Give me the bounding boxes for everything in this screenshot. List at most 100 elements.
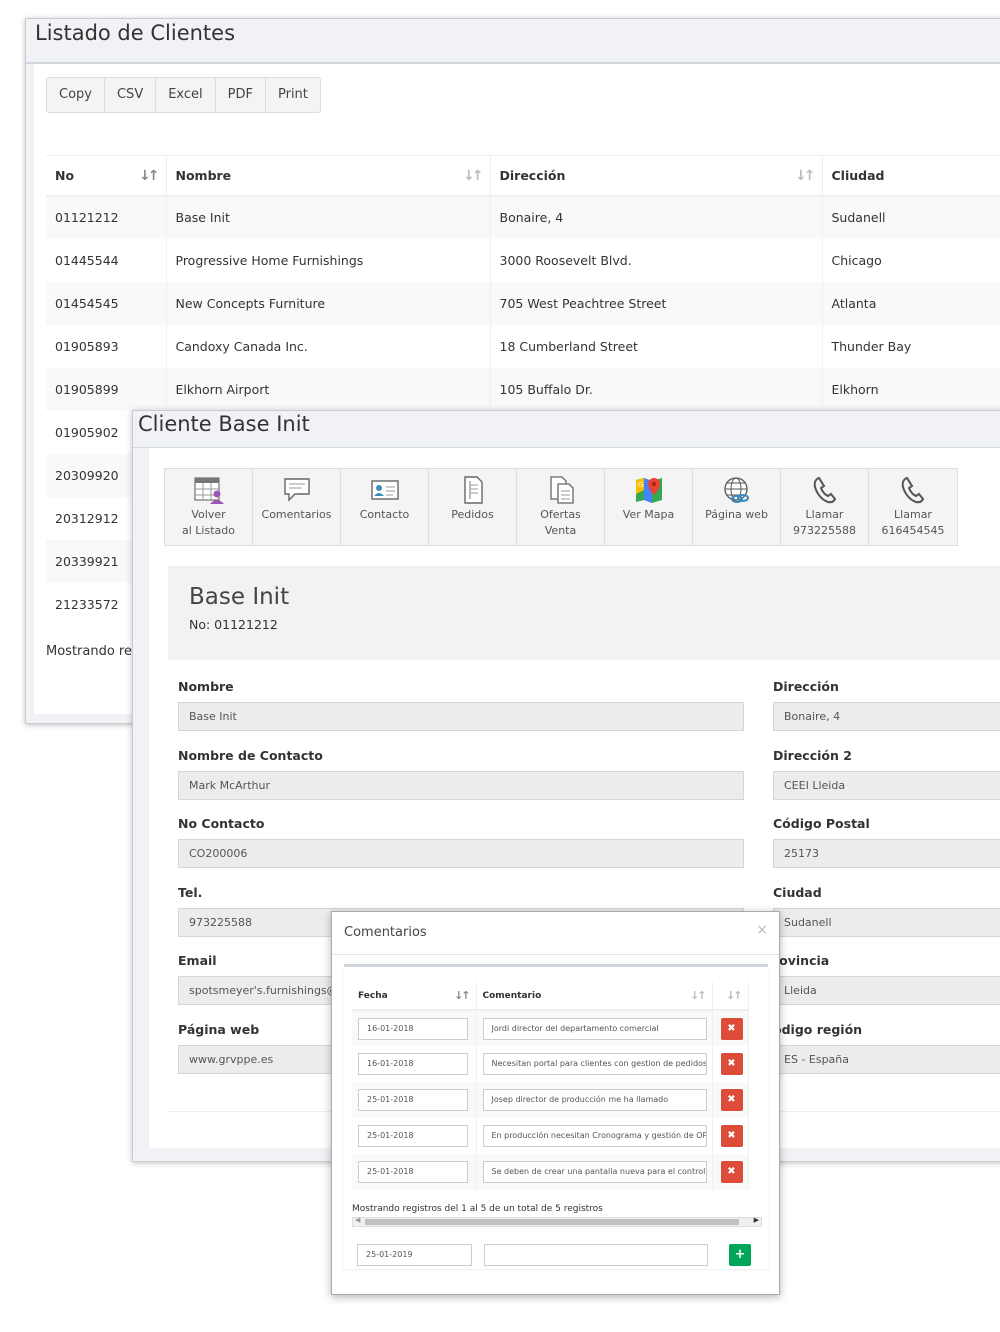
window-title: Listado de Clientes [35,21,236,45]
field-input[interactable]: Sudanell [773,907,1000,937]
column-header-label: Dirección [499,167,566,183]
comments-button[interactable]: Comentarios [253,469,341,545]
field-input[interactable]: ES - España [773,1044,1000,1074]
toolbar-label: Comentarios [261,508,332,521]
orders-button[interactable]: Pedidos [429,469,517,545]
column-header-fecha[interactable]: Fecha ↓↑ [352,982,477,1011]
toolbar-label: Llamar [805,508,844,521]
modal-divider [332,954,779,955]
map-pin-icon: G [605,475,692,505]
toolbar-sublabel: 616454545 [881,524,945,537]
column-header-ciudad[interactable]: Cliudad [822,155,1000,197]
field-input[interactable]: CEEI Lleida [773,770,1000,800]
toolbar-sublabel: 973225588 [793,524,856,537]
comment-text-input[interactable]: En producción necesitan Cronograma y ges… [482,1125,707,1147]
call-phone-2-button[interactable]: Llamar 616454545 [869,469,957,545]
svg-text:G: G [638,481,643,489]
field-label: Página web [178,1021,260,1037]
sort-icon[interactable]: ↓↑ [463,168,484,184]
field-label: Código Postal [773,816,870,831]
toolbar-label: Contacto [359,508,410,521]
sort-asc-icon[interactable]: ↓↑ [454,989,471,1002]
delete-comment-button[interactable]: ✖ [720,1161,743,1183]
table-row: 16-01-2018 Necesitan portal para clientes… [352,1046,749,1082]
sort-icon[interactable]: ↓↑ [795,168,816,184]
client-header: Base Init No: 01121212 [168,566,1000,660]
column-header-label: Cliudad [831,167,885,183]
delete-comment-button[interactable]: ✖ [720,1053,743,1075]
scroll-left-icon[interactable]: ◀ [355,1216,360,1224]
add-comment-button[interactable]: + [729,1244,751,1266]
field-input[interactable]: Mark McArthur [178,770,744,800]
field-input[interactable]: Bonaire, 4 [773,702,1000,731]
table-row: 25-01-2018 Se deben de crear una pantalla… [352,1154,749,1190]
table-cell: Necesitan portal para clientes con gesti… [476,1046,713,1082]
column-header-nombre[interactable]: Nombre ↓↑ [166,155,491,197]
toolbar-label: Página web [705,508,768,521]
scrollbar-thumb[interactable] [365,1219,739,1225]
print-button[interactable]: Print [266,78,320,112]
table-cell: 01905899 [46,367,167,411]
comment-date-input[interactable]: 25-01-2018 [358,1161,468,1183]
table-row[interactable]: 01905893 Candoxy Canada Inc. 18 Cumberland… [46,324,1000,368]
field-label: Nombre [178,679,234,694]
sales-offers-button[interactable]: Ofertas Venta [517,469,605,545]
table-cell: Atlanta [822,281,1000,325]
field-label: Dirección [773,679,839,694]
table-cell: 3000 Roosevelt Blvd. [490,238,823,282]
column-header-no[interactable]: No ↓↑ [46,155,167,197]
view-map-button[interactable]: G Ver Mapa [605,469,693,545]
column-header-label: Fecha [358,990,388,1001]
phone-icon [781,475,868,505]
excel-button[interactable]: Excel [156,78,216,112]
comment-text-input[interactable]: Jordi director del departamento comercia… [482,1017,707,1040]
sort-asc-icon[interactable]: ↓↑ [139,168,160,184]
comment-date-input[interactable]: 25-01-2018 [358,1089,468,1111]
call-phone-1-button[interactable]: Llamar 973225588 [781,469,869,545]
delete-comment-button[interactable]: ✖ [720,1017,743,1040]
sort-icon[interactable]: ↓↑ [726,989,743,1002]
column-header-actions[interactable]: ↓↑ [712,982,749,1011]
table-row[interactable]: 01454545 New Concepts Furniture 705 West P… [46,281,1000,325]
table-cell: 705 West Peachtree Street [490,281,823,325]
field-input[interactable]: Base Init [178,702,744,731]
back-to-list-button[interactable]: Volver al Listado [165,469,253,545]
pdf-button[interactable]: PDF [216,78,266,112]
column-header-direccion[interactable]: Dirección ↓↑ [490,155,823,197]
client-number: No: 01121212 [189,617,278,632]
table-cell: ✖ [712,1010,749,1046]
table-cell: Base Init [166,195,491,239]
table-cell: 105 Buffalo Dr. [490,367,823,411]
comment-date-input[interactable]: 16-01-2018 [358,1017,468,1040]
sort-icon[interactable]: ↓↑ [690,989,707,1002]
delete-comment-button[interactable]: ✖ [720,1089,743,1111]
field-input[interactable]: 25173 [773,839,1000,868]
csv-button[interactable]: CSV [105,78,157,112]
horizontal-scrollbar[interactable]: ◀ ▶ [352,1216,762,1227]
contact-button[interactable]: Contacto [341,469,429,545]
toolbar-label: Ofertas [540,508,581,521]
comment-date-input[interactable]: 16-01-2018 [358,1053,468,1075]
field-label: Email [178,953,217,968]
field-input[interactable]: Lleida [773,976,1000,1005]
table-cell: Chicago [822,238,1000,282]
copy-button[interactable]: Copy [47,78,105,112]
scroll-right-icon[interactable]: ▶ [754,1216,759,1224]
field-input[interactable]: CO200006 [178,839,744,868]
new-comment-date-input[interactable]: 25-01-2019 [357,1244,472,1266]
close-icon[interactable]: × [756,922,768,938]
comment-text-input[interactable]: Josep director de producción me ha llama… [482,1089,707,1111]
field-label: Ciudad [773,884,822,900]
column-header-label: Comentario [482,990,542,1001]
comment-text-input[interactable]: Necesitan portal para clientes con gesti… [482,1053,707,1075]
new-comment-text-input[interactable] [484,1244,708,1266]
comment-date-input[interactable]: 25-01-2018 [358,1125,468,1147]
table-row[interactable]: 01121212 Base Init Bonaire, 4 Sudanell [46,195,1000,239]
table-row[interactable]: 01905899 Elkhorn Airport 105 Buffalo Dr. El… [46,367,1000,411]
table-cell: New Concepts Furniture [166,281,491,325]
column-header-comentario[interactable]: Comentario ↓↑ [476,982,713,1011]
delete-comment-button[interactable]: ✖ [720,1125,743,1147]
website-button[interactable]: Página web [693,469,781,545]
comment-text-input[interactable]: Se deben de crear una pantalla nueva par… [482,1161,707,1183]
table-row[interactable]: 01445544 Progressive Home Furnishings 3000… [46,238,1000,282]
